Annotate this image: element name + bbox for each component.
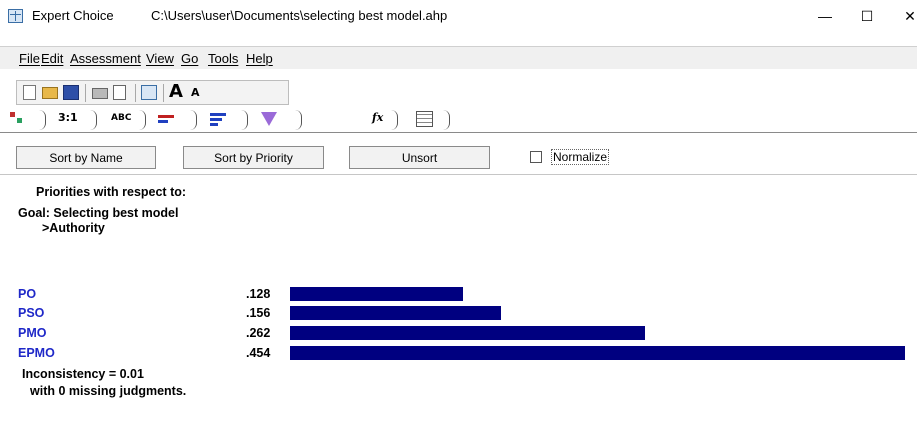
toolbar-separator xyxy=(163,84,164,102)
sort-by-priority-button[interactable]: Sort by Priority xyxy=(183,146,324,169)
tab-divider xyxy=(443,110,450,130)
window-app-name: Expert Choice xyxy=(32,8,114,23)
tab-pairwise-numeric[interactable]: 3:1 xyxy=(58,111,78,129)
node-label: >Authority xyxy=(42,221,105,235)
menu-tools[interactable]: Tools xyxy=(208,51,238,66)
menu-view[interactable]: View xyxy=(146,51,174,66)
tab-tree[interactable] xyxy=(10,112,26,125)
tab-divider xyxy=(241,110,248,130)
font-increase-icon[interactable]: A xyxy=(169,81,183,102)
alternative-name: PMO xyxy=(18,326,47,340)
save-icon[interactable] xyxy=(63,85,79,100)
expert-choice-logo-icon xyxy=(8,9,23,23)
title-bar: Expert Choice C:\Users\user\Documents\se… xyxy=(0,0,917,32)
unsort-button[interactable]: Unsort xyxy=(349,146,490,169)
priority-bar xyxy=(290,346,905,360)
menu-help[interactable]: Help xyxy=(246,51,273,66)
inconsistency-ratio: Inconsistency = 0.01 xyxy=(22,367,144,381)
bar-chart-icon-lower xyxy=(158,120,168,123)
alternative-priority: .262 xyxy=(246,326,271,340)
new-file-icon[interactable] xyxy=(23,85,36,100)
priorities-icon-mid xyxy=(210,118,222,121)
menu-file[interactable]: File xyxy=(19,51,40,66)
sort-by-name-button[interactable]: Sort by Name xyxy=(16,146,156,169)
alternative-priority: .128 xyxy=(246,287,271,301)
tab-priorities[interactable] xyxy=(210,111,228,129)
priority-bar xyxy=(290,326,645,340)
priority-bar xyxy=(290,287,463,301)
window-file-path: C:\Users\user\Documents\selecting best m… xyxy=(151,8,448,23)
tab-data-grid[interactable] xyxy=(416,111,436,129)
normalize-label[interactable]: Normalize xyxy=(551,149,610,165)
goal-label: Goal: Selecting best model xyxy=(18,206,179,220)
priorities-icon xyxy=(210,113,226,116)
tree-icon xyxy=(10,112,15,117)
alternative-name: EPMO xyxy=(18,346,55,360)
priorities-header: Priorities with respect to: xyxy=(36,185,187,199)
normalize-checkbox[interactable] xyxy=(530,151,542,163)
priority-bar xyxy=(290,306,501,320)
open-folder-icon[interactable] xyxy=(42,87,58,99)
missing-judgments: with 0 missing judgments. xyxy=(30,384,187,398)
view-tabs: 3:1 ABC fx xyxy=(0,108,917,133)
minimize-button[interactable]: — xyxy=(810,4,840,28)
close-button[interactable]: ✕ xyxy=(895,4,917,28)
alternative-name: PO xyxy=(18,287,37,301)
tab-divider xyxy=(295,110,302,130)
font-decrease-icon[interactable]: A xyxy=(191,86,200,99)
tab-divider xyxy=(391,110,398,130)
alternative-name: PSO xyxy=(18,306,45,320)
content-separator xyxy=(0,174,917,175)
toolbar-separator xyxy=(135,84,136,102)
alternative-priority: .156 xyxy=(246,306,271,320)
menu-assessment[interactable]: Assessment xyxy=(70,51,141,66)
tab-divider xyxy=(190,110,197,130)
maximize-button[interactable]: ☐ xyxy=(852,4,882,28)
print-icon[interactable] xyxy=(92,88,108,99)
tab-divider xyxy=(139,110,146,130)
priorities-icon-low xyxy=(210,123,218,126)
print-preview-icon[interactable] xyxy=(113,85,126,100)
tab-divider xyxy=(90,110,97,130)
toolbar-separator xyxy=(85,84,86,102)
alternative-priority: .454 xyxy=(246,346,271,360)
model-view-icon[interactable] xyxy=(141,85,157,100)
tab-sensitivity[interactable] xyxy=(261,111,279,129)
grid-icon xyxy=(416,111,433,127)
tab-bar-chart[interactable] xyxy=(158,111,176,129)
toolbar: A A xyxy=(16,80,289,105)
tree-node-icon xyxy=(17,118,22,123)
menu-edit[interactable]: Edit xyxy=(41,51,63,66)
tab-formula[interactable]: fx xyxy=(372,111,383,129)
menu-bar: File Edit Assessment View Go Tools Help xyxy=(0,46,917,69)
tab-divider xyxy=(39,110,46,130)
menu-go[interactable]: Go xyxy=(181,51,198,66)
tab-pairwise-verbal[interactable]: ABC xyxy=(111,113,131,131)
funnel-icon xyxy=(261,112,277,126)
bar-chart-icon xyxy=(158,115,174,118)
